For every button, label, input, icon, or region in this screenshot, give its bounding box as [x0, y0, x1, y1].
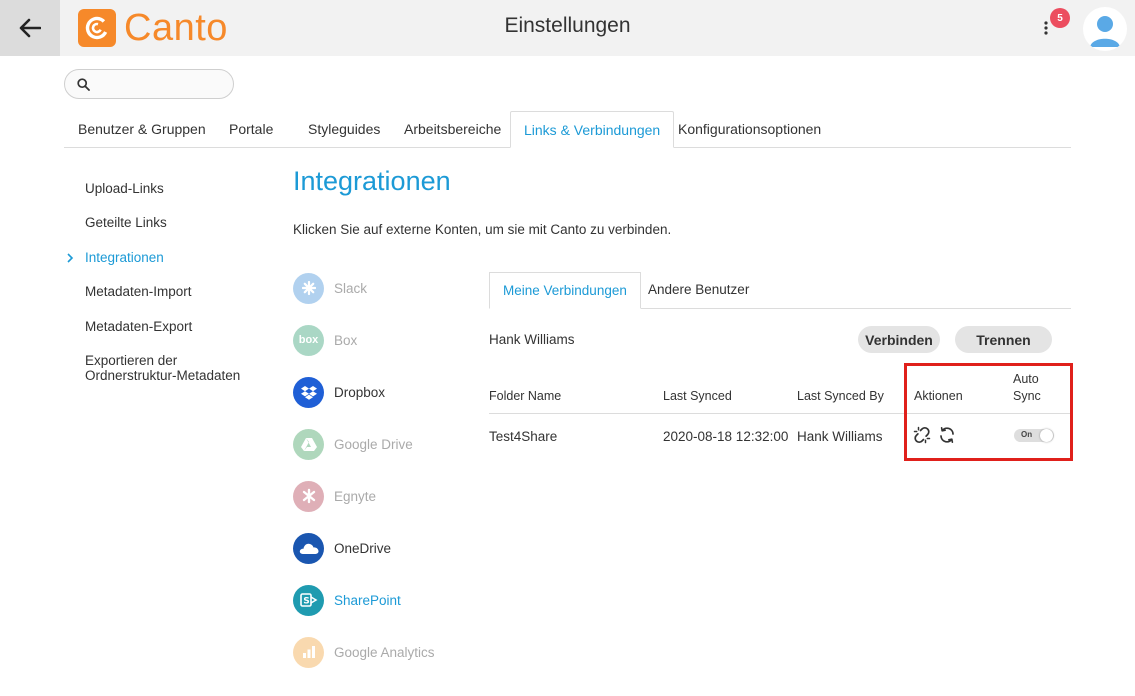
service-sharepoint[interactable]: S SharePoint [293, 584, 401, 616]
svg-text:S: S [303, 597, 309, 607]
tab-my-connections[interactable]: Meine Verbindungen [489, 272, 641, 309]
service-label: OneDrive [334, 540, 392, 556]
google-drive-icon [293, 428, 324, 460]
sidebar-item-metadata-export[interactable]: Metadaten-Export [85, 319, 192, 334]
back-button[interactable] [0, 0, 60, 56]
search-input[interactable] [96, 76, 226, 92]
service-onedrive[interactable]: OneDrive [293, 532, 391, 564]
tab-links-connections[interactable]: Links & Verbindungen [510, 111, 675, 148]
chevron-right-icon [66, 251, 74, 266]
service-label: Google Analytics [334, 644, 435, 660]
canto-logo[interactable]: Canto [78, 9, 228, 47]
service-dropbox[interactable]: Dropbox [293, 376, 385, 408]
toggle-state-label: On [1021, 430, 1033, 439]
sharepoint-icon: S [293, 584, 324, 616]
google-analytics-icon [293, 636, 324, 668]
sidebar-item-upload-links[interactable]: Upload-Links [85, 181, 164, 196]
section-title: Integrationen [293, 166, 451, 196]
service-label: Egnyte [334, 488, 377, 504]
service-label: Dropbox [334, 384, 386, 400]
connection-tabs: Meine Verbindungen Andere Benutzer [489, 272, 1071, 309]
column-header-actions: Aktionen [914, 389, 963, 403]
box-icon: box [293, 324, 324, 356]
service-egnyte[interactable]: Egnyte [293, 480, 376, 512]
column-header-last-synced: Last Synced [663, 389, 732, 403]
cell-last-synced: 2020-08-18 12:32:00 [663, 429, 789, 444]
auto-sync-toggle[interactable]: On [1014, 429, 1054, 442]
cell-folder-name: Test4Share [489, 429, 558, 444]
connect-button[interactable]: Verbinden [858, 326, 940, 353]
service-google-drive[interactable]: Google Drive [293, 428, 413, 460]
service-label: SharePoint [334, 592, 401, 608]
search-box[interactable] [64, 69, 234, 99]
arrow-left-icon [19, 18, 41, 38]
tab-users-groups[interactable]: Benutzer & Gruppen [78, 111, 206, 148]
canto-logo-icon [78, 9, 116, 47]
sidebar-item-metadata-import[interactable]: Metadaten-Import [85, 284, 192, 299]
search-icon [77, 77, 90, 91]
settings-tabs: Benutzer & Gruppen Portale Styleguides A… [64, 111, 1071, 148]
toggle-knob [1040, 429, 1053, 442]
refresh-icon[interactable] [938, 426, 956, 444]
tab-other-users[interactable]: Andere Benutzer [648, 272, 749, 309]
app-header: Canto Einstellungen 5 [0, 0, 1135, 56]
kebab-menu-icon [1044, 21, 1048, 35]
user-icon [1090, 16, 1120, 47]
service-box[interactable]: box Box [293, 324, 357, 356]
table-divider [489, 413, 1071, 414]
tab-portals[interactable]: Portale [229, 111, 273, 148]
column-header-folder-name: Folder Name [489, 389, 562, 403]
tab-workspaces[interactable]: Arbeitsbereiche [404, 111, 501, 148]
slack-icon [293, 272, 324, 304]
notification-badge[interactable]: 5 [1050, 8, 1070, 28]
service-label: Google Drive [334, 436, 413, 452]
service-label: Slack [334, 280, 368, 296]
onedrive-icon [293, 532, 324, 564]
service-label: Box [334, 332, 358, 348]
sidebar-item-shared-links[interactable]: Geteilte Links [85, 215, 167, 230]
cell-last-synced-by: Hank Williams [797, 429, 883, 444]
unlink-icon[interactable] [913, 426, 931, 444]
column-header-last-synced-by: Last Synced By [797, 389, 884, 403]
sidebar-item-export-folder-metadata[interactable]: Exportieren der Ordnerstruktur-Metadaten [85, 353, 255, 383]
tab-styleguides[interactable]: Styleguides [308, 111, 380, 148]
tab-configuration-options[interactable]: Konfigurationsoptionen [678, 111, 821, 148]
disconnect-button[interactable]: Trennen [955, 326, 1052, 353]
user-avatar[interactable] [1083, 7, 1127, 51]
service-slack[interactable]: Slack [293, 272, 367, 304]
column-header-auto-sync: Auto Sync [1013, 372, 1041, 403]
service-google-analytics[interactable]: Google Analytics [293, 636, 435, 668]
account-name: Hank Williams [489, 332, 575, 347]
sidebar-item-integrations[interactable]: Integrationen [85, 250, 164, 265]
egnyte-icon [293, 480, 324, 512]
dropbox-icon [293, 376, 324, 408]
section-description: Klicken Sie auf externe Konten, um sie m… [293, 222, 672, 237]
brand-name: Canto [124, 7, 228, 49]
